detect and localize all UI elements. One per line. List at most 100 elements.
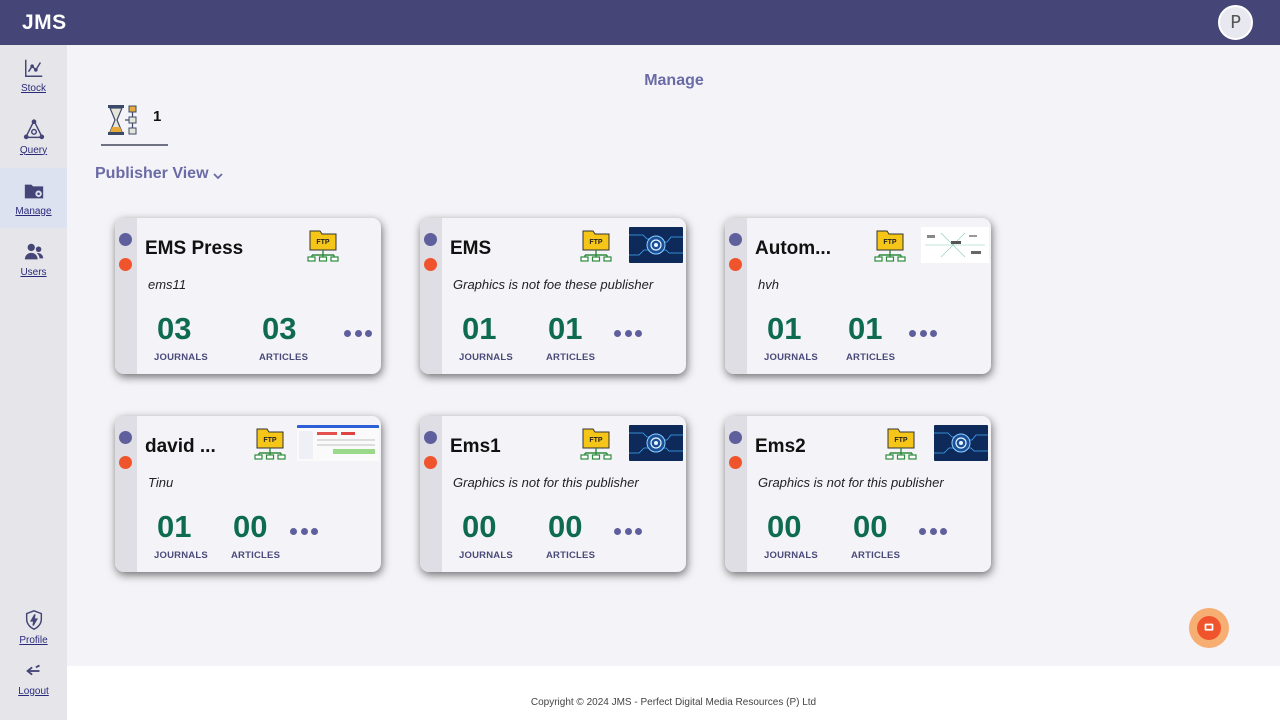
articles-label: ARTICLES bbox=[231, 550, 281, 561]
articles-label: ARTICLES bbox=[846, 352, 896, 363]
articles-count: 00 bbox=[853, 509, 888, 544]
sidebar-item-label: Stock bbox=[20, 82, 46, 94]
sidebar-item-stock[interactable]: Stock bbox=[0, 45, 67, 105]
card-status-strip bbox=[115, 218, 137, 374]
publisher-name[interactable]: Ems2 bbox=[755, 436, 806, 458]
page-title: Manage bbox=[644, 72, 704, 89]
articles-count: 01 bbox=[848, 311, 883, 346]
articles-label: ARTICLES bbox=[259, 352, 309, 363]
status-dot-alert bbox=[729, 456, 742, 469]
publisher-thumbnail[interactable] bbox=[921, 227, 989, 263]
footer: Copyright © 2024 JMS - Perfect Digital M… bbox=[67, 666, 1280, 720]
more-options-button[interactable] bbox=[614, 528, 642, 538]
more-options-button[interactable] bbox=[614, 330, 642, 340]
copyright-text: Copyright © 2024 JMS - Perfect Digital M… bbox=[530, 697, 817, 708]
publisher-card[interactable]: EMS FTP Graphics is not foe these publis… bbox=[420, 218, 686, 374]
svg-text:FTP: FTP bbox=[263, 437, 277, 444]
publisher-description: ems11 bbox=[148, 277, 187, 292]
articles-count: 00 bbox=[548, 509, 583, 544]
chevron-down-icon bbox=[212, 172, 223, 179]
publisher-description: hvh bbox=[758, 277, 779, 292]
journals-count: 00 bbox=[462, 509, 497, 544]
sidebar-item-logout[interactable]: Logout bbox=[0, 648, 67, 708]
publisher-thumbnail[interactable] bbox=[934, 425, 988, 461]
articles-count: 00 bbox=[233, 509, 268, 544]
svg-text:FTP: FTP bbox=[589, 239, 603, 246]
publisher-name[interactable]: EMS Press bbox=[145, 238, 243, 260]
publisher-card[interactable]: EMS Press FTP ems11 03 JOURNALS 03 ARTIC… bbox=[115, 218, 381, 374]
sidebar-item-label: Logout bbox=[18, 685, 49, 697]
ftp-icon[interactable]: FTP bbox=[577, 228, 615, 264]
publisher-card[interactable]: david ... FTP Tinu 01 JOURNALS 00 ARTICL… bbox=[115, 416, 381, 572]
card-status-strip bbox=[725, 416, 747, 572]
chart-icon bbox=[24, 59, 42, 77]
card-status-strip bbox=[420, 218, 442, 374]
journals-label: JOURNALS bbox=[154, 550, 208, 561]
app-logo[interactable]: JMS bbox=[22, 11, 67, 35]
status-dot-active bbox=[729, 431, 742, 444]
journals-label: JOURNALS bbox=[764, 352, 818, 363]
publisher-name[interactable]: EMS bbox=[450, 238, 491, 260]
ftp-icon[interactable]: FTP bbox=[882, 426, 920, 462]
more-options-button[interactable] bbox=[909, 330, 937, 340]
hourglass-workflow-icon bbox=[108, 104, 137, 135]
sidebar-item-label: Users bbox=[20, 266, 47, 278]
workflow-status[interactable]: 1 bbox=[101, 97, 168, 146]
sidebar-item-label: Manage bbox=[15, 205, 52, 217]
publisher-name[interactable]: david ... bbox=[145, 436, 216, 458]
card-status-strip bbox=[420, 416, 442, 572]
journals-label: JOURNALS bbox=[459, 352, 513, 363]
view-select-label: Publisher View bbox=[95, 165, 209, 182]
publisher-description: Tinu bbox=[148, 475, 174, 490]
publisher-description: Graphics is not for this publisher bbox=[758, 475, 944, 490]
publisher-thumbnail[interactable] bbox=[297, 425, 379, 461]
ftp-icon[interactable]: FTP bbox=[577, 426, 615, 462]
status-dot-active bbox=[119, 431, 132, 444]
sidebar-item-query[interactable]: Query bbox=[0, 107, 67, 167]
journals-count: 00 bbox=[767, 509, 802, 544]
status-dot-alert bbox=[424, 258, 437, 271]
card-status-strip bbox=[725, 218, 747, 374]
status-dot-active bbox=[729, 233, 742, 246]
more-options-button[interactable] bbox=[290, 528, 318, 538]
svg-text:FTP: FTP bbox=[883, 239, 897, 246]
journals-label: JOURNALS bbox=[459, 550, 513, 561]
workflow-count: 1 bbox=[153, 108, 162, 125]
publisher-card[interactable]: Autom... FTP hvh 01 JOURNALS 01 ARTICLES bbox=[725, 218, 991, 374]
publisher-name[interactable]: Ems1 bbox=[450, 436, 501, 458]
publisher-thumbnail[interactable] bbox=[629, 425, 683, 461]
publisher-name[interactable]: Autom... bbox=[755, 238, 831, 260]
status-dot-active bbox=[424, 233, 437, 246]
status-dot-alert bbox=[424, 456, 437, 469]
ftp-icon[interactable]: FTP bbox=[304, 228, 342, 264]
card-status-strip bbox=[115, 416, 137, 572]
journals-count: 01 bbox=[767, 311, 802, 346]
svg-text:FTP: FTP bbox=[894, 437, 908, 444]
publisher-thumbnail[interactable] bbox=[629, 227, 683, 263]
status-dot-active bbox=[119, 233, 132, 246]
publisher-description: Graphics is not for this publisher bbox=[453, 475, 639, 490]
top-bar: JMS P bbox=[0, 0, 1280, 45]
publisher-description: Graphics is not foe these publisher bbox=[453, 277, 654, 292]
svg-text:FTP: FTP bbox=[589, 437, 603, 444]
articles-label: ARTICLES bbox=[851, 550, 901, 561]
ftp-icon[interactable]: FTP bbox=[251, 426, 289, 462]
query-icon bbox=[23, 118, 44, 139]
publisher-card[interactable]: Ems2 FTP Graphics is not for this publis… bbox=[725, 416, 991, 572]
status-dot-alert bbox=[119, 456, 132, 469]
more-options-button[interactable] bbox=[344, 330, 372, 340]
sidebar-item-manage[interactable]: Manage bbox=[0, 168, 67, 228]
more-options-button[interactable] bbox=[919, 528, 947, 538]
help-chat-button[interactable] bbox=[1189, 608, 1229, 648]
articles-count: 01 bbox=[548, 311, 583, 346]
publisher-card[interactable]: Ems1 FTP Graphics is not for this publis… bbox=[420, 416, 686, 572]
avatar[interactable]: P bbox=[1218, 5, 1253, 40]
publisher-view-dropdown[interactable]: Publisher View bbox=[95, 165, 224, 183]
journals-count: 01 bbox=[157, 509, 192, 544]
shield-bolt-icon bbox=[25, 609, 42, 630]
ftp-icon[interactable]: FTP bbox=[871, 228, 909, 264]
users-icon bbox=[24, 243, 43, 259]
status-dot-active bbox=[424, 431, 437, 444]
journals-label: JOURNALS bbox=[154, 352, 208, 363]
sidebar-item-users[interactable]: Users bbox=[0, 229, 67, 289]
